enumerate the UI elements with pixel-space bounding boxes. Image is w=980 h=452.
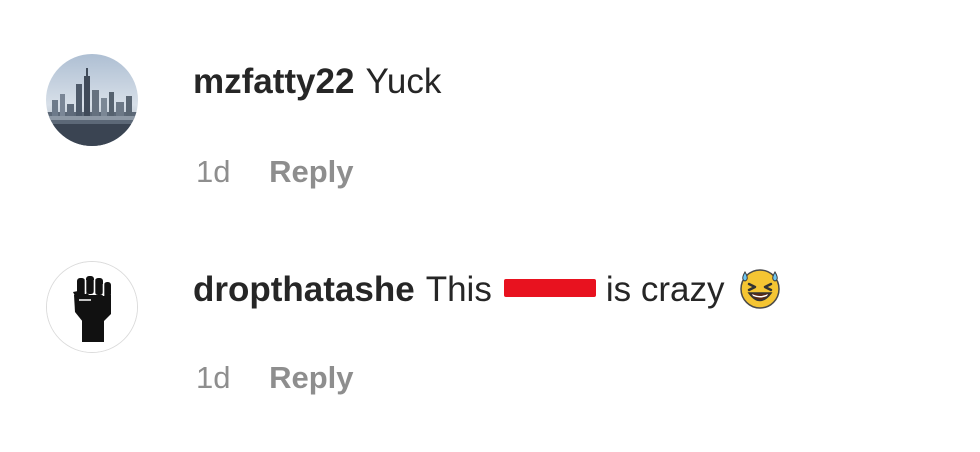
grinning-sweat-emoji-icon <box>738 266 782 310</box>
comment-body: dropthatashe This is crazy <box>193 268 782 312</box>
comment-meta: 1d Reply <box>196 358 354 398</box>
comment-text-before: This <box>425 270 492 309</box>
timestamp[interactable]: 1d <box>196 360 230 395</box>
comment-item: dropthatashe This is crazy 1d Reply <box>0 225 980 452</box>
comment-item: mzfatty22 Yuck 1d Reply <box>0 0 980 225</box>
raised-fist-icon <box>47 262 137 352</box>
reply-button[interactable]: Reply <box>269 154 353 189</box>
comment-body: mzfatty22 Yuck <box>193 60 441 104</box>
username-link[interactable]: mzfatty22 <box>193 60 354 104</box>
redaction-bar <box>503 279 596 297</box>
city-skyline-icon <box>46 54 138 146</box>
reply-button[interactable]: Reply <box>269 360 353 395</box>
comment-meta: 1d Reply <box>196 152 354 192</box>
username-link[interactable]: dropthatashe <box>193 268 415 312</box>
avatar[interactable] <box>46 54 138 146</box>
timestamp[interactable]: 1d <box>196 154 230 189</box>
comment-text: Yuck <box>365 62 442 101</box>
comment-text-after: is crazy <box>605 270 725 309</box>
avatar[interactable] <box>46 261 138 353</box>
